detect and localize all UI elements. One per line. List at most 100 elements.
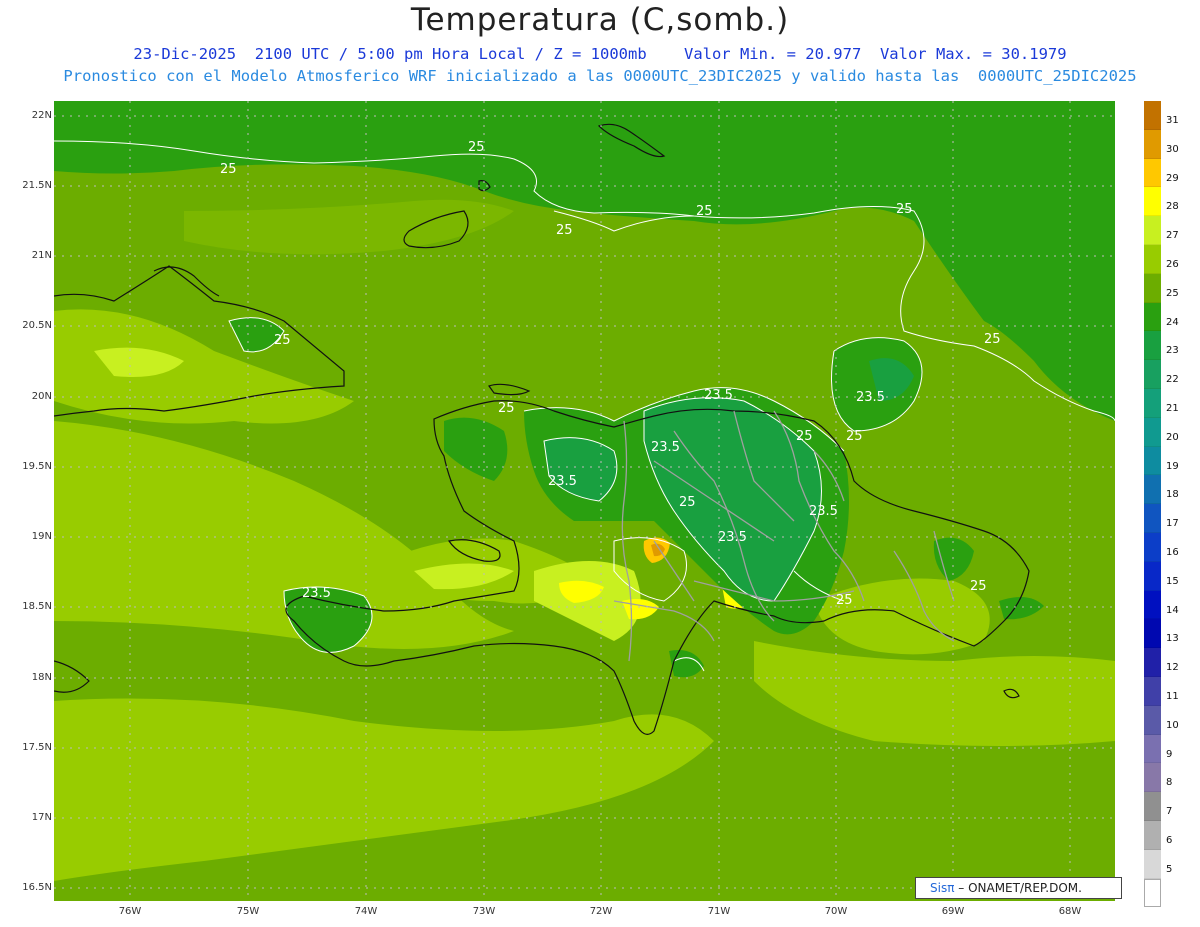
colorbar-swatch	[1144, 561, 1161, 591]
colorbar-label: 24	[1166, 316, 1179, 328]
colorbar-label: 22	[1166, 374, 1179, 386]
colorbar-label: 27	[1166, 230, 1179, 242]
colorbar-swatch	[1144, 533, 1161, 562]
colorbar-swatch	[1144, 216, 1161, 245]
shade-26-north-shelf	[184, 199, 514, 255]
colorbar-label: 8	[1166, 777, 1173, 789]
contour-label: 23.5	[651, 440, 680, 455]
contour-label: 25	[679, 495, 696, 510]
contour-label: 25	[846, 429, 863, 444]
colorbar-label: 17	[1166, 518, 1179, 530]
shade-26-south-sea	[54, 698, 714, 881]
shade-26-west-sea	[54, 421, 514, 649]
contour-label: 25	[696, 204, 713, 219]
lat-label: 18.5N	[22, 601, 52, 612]
lon-label: 75W	[236, 906, 260, 917]
colorbar-label: 13	[1166, 633, 1179, 645]
sispi-logo-text: Sis	[930, 881, 948, 895]
contour-label: 25	[796, 429, 813, 444]
colorbar-swatch	[1144, 187, 1161, 217]
lon-label: 76W	[118, 906, 142, 917]
colorbar-label: 30	[1166, 143, 1179, 155]
colorbar-label: 10	[1166, 719, 1179, 731]
colorbar-swatch	[1144, 446, 1161, 476]
colorbar-label: 15	[1166, 575, 1179, 587]
lat-label: 21.5N	[22, 180, 52, 191]
model-info-line: Pronostico con el Modelo Atmosferico WRF…	[63, 67, 1137, 85]
contour-label: 25	[498, 401, 515, 416]
lon-label: 68W	[1058, 906, 1082, 917]
shade-26-southeast-sea	[754, 641, 1115, 746]
colorbar-label: 7	[1166, 806, 1173, 818]
credit-box: Sisπ – ONAMET/REP.DOM.	[915, 877, 1122, 899]
colorbar-label: 18	[1166, 489, 1179, 501]
lat-label: 20N	[31, 391, 52, 402]
colorbar-swatch	[1144, 821, 1161, 850]
colorbar-label: 28	[1166, 201, 1179, 213]
contour-label: 25	[468, 140, 485, 155]
temperature-map-svg: 25 25 25 25 25 25 25 25 25 25 25 25 25 2…	[54, 101, 1115, 901]
contour-label: 23.5	[856, 390, 885, 405]
colorbar-label: 19	[1166, 460, 1179, 472]
lat-label: 22N	[31, 110, 52, 121]
cuba-north-coast	[153, 266, 220, 297]
colorbar-swatch	[1144, 792, 1161, 821]
colorbar-label: 23	[1166, 345, 1179, 357]
colorbar-swatch	[1144, 360, 1161, 389]
colorbar-label: 21	[1166, 403, 1179, 414]
colorbar-swatch	[1144, 245, 1161, 274]
contour-label: 23.5	[809, 504, 838, 519]
contour-label: 25	[836, 593, 853, 608]
colorbar-label: 31	[1166, 115, 1179, 126]
colorbar-swatch	[1144, 417, 1161, 447]
colorbar-swatch	[1144, 475, 1161, 505]
contour-label: 25	[274, 333, 291, 348]
colorbar-label: 29	[1166, 172, 1179, 184]
credit-text: – ONAMET/REP.DOM.	[954, 881, 1082, 895]
colorbar-label: 14	[1166, 604, 1179, 616]
valid-time-and-range-line: 23-Dic-2025 2100 UTC / 5:00 pm Hora Loca…	[133, 45, 1067, 63]
colorbar-label: 9	[1166, 748, 1173, 760]
contour-label: 25	[896, 202, 913, 217]
contour-label: 23.5	[548, 474, 577, 489]
contour-label: 25	[984, 332, 1001, 347]
colorbar-swatch	[1144, 389, 1161, 418]
contour-label: 25	[220, 162, 237, 177]
shade-24-far-east	[999, 597, 1044, 620]
shade-26-west-cuba	[54, 309, 354, 424]
colorbar-label: 25	[1166, 287, 1179, 299]
tortuga-island	[488, 383, 531, 396]
lat-label: 16.5N	[22, 882, 52, 893]
colorbar-label: 12	[1166, 662, 1179, 674]
lon-label: 69W	[941, 906, 965, 917]
colorbar-swatch	[1144, 705, 1161, 735]
contour-label: 23.5	[718, 530, 747, 545]
colorbar-swatch	[1144, 302, 1161, 332]
colorbar-label: 16	[1166, 547, 1179, 558]
colorbar-label: 11	[1166, 691, 1179, 702]
colorbar-label: 26	[1166, 259, 1179, 270]
lon-label: 74W	[354, 906, 378, 917]
colorbar-swatch	[1144, 763, 1161, 793]
contour-label: 25	[556, 223, 573, 238]
colorbar-swatch	[1144, 734, 1161, 764]
shade-26-southeast	[814, 578, 990, 655]
colorbar-swatch	[1144, 590, 1161, 620]
lat-label: 19N	[31, 531, 52, 542]
colorbar-swatch	[1144, 101, 1161, 130]
lat-label: 19.5N	[22, 461, 52, 472]
colorbar-swatch	[1144, 619, 1161, 649]
contour-label: 23.5	[704, 388, 733, 403]
lat-label: 17.5N	[22, 742, 52, 753]
colorbar-label: 6	[1166, 835, 1173, 846]
lat-label: 21N	[31, 250, 52, 261]
map-title: Temperatura (C,somb.)	[410, 2, 790, 38]
lon-label: 70W	[824, 906, 848, 917]
shade-24-haiti-north	[444, 417, 508, 481]
lon-label: 73W	[472, 906, 496, 917]
colorbar-label: 20	[1166, 431, 1179, 443]
colorbar-swatch	[1144, 331, 1161, 361]
colorbar-swatch	[1144, 677, 1161, 706]
jamaica-coast	[54, 660, 90, 693]
temperature-map: 25 25 25 25 25 25 25 25 25 25 25 25 25 2…	[54, 101, 1115, 901]
